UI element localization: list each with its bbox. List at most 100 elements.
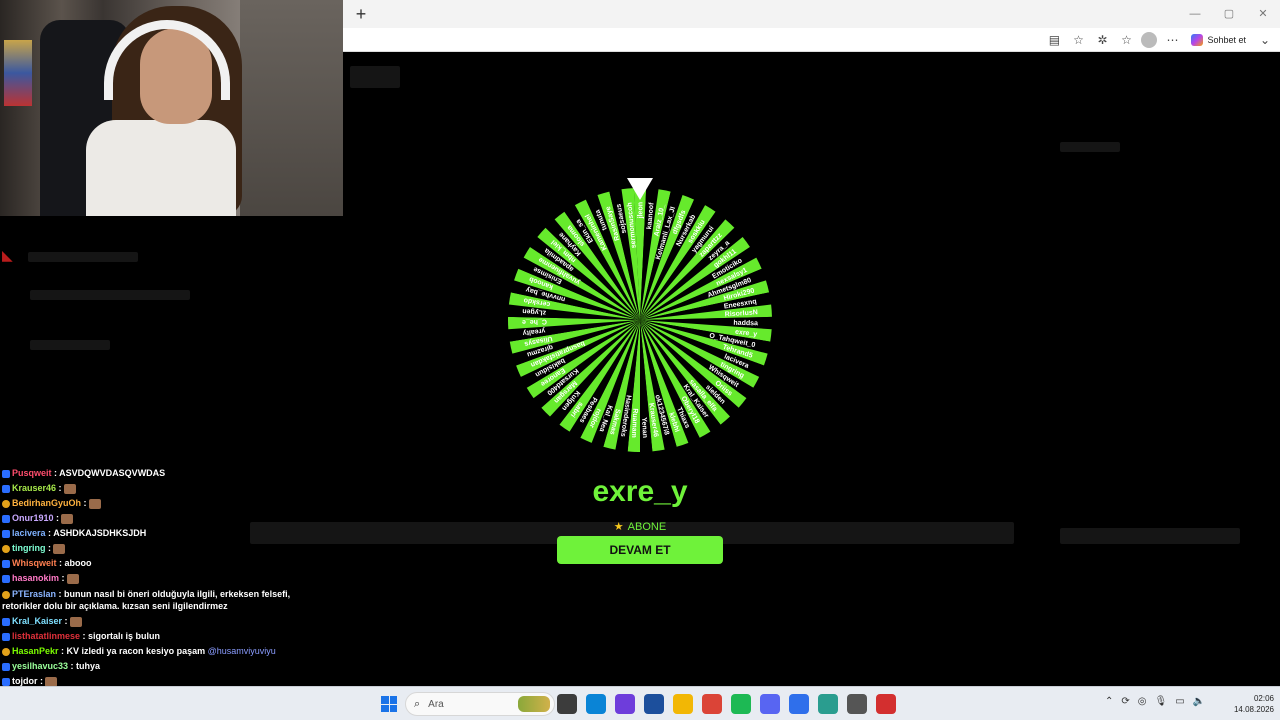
chat-message: Pusqweit : ASVDQWVDASQVWDAS xyxy=(0,466,330,481)
taskbar-app-icon[interactable] xyxy=(615,694,635,714)
chat-username[interactable]: Kral_Kaiser xyxy=(12,616,65,626)
bg-block xyxy=(28,252,138,262)
chat-badge-icon xyxy=(2,499,10,508)
continue-button[interactable]: DEVAM ET xyxy=(557,536,723,564)
site-logo-icon: ◣ xyxy=(2,247,13,263)
taskbar-app-icon[interactable] xyxy=(847,694,867,714)
chat-username[interactable]: Onur1910 xyxy=(12,513,56,523)
chat-badge-icon xyxy=(2,469,10,478)
taskbar-app-icon[interactable] xyxy=(644,694,664,714)
chat-username[interactable]: HasanPekr xyxy=(12,646,61,656)
chat-username[interactable]: BedirhanGyuOh xyxy=(12,498,84,508)
chat-username[interactable]: Krauser46 xyxy=(12,483,59,493)
sync-icon[interactable]: ⟳ xyxy=(1121,696,1129,707)
wheel-pointer-icon xyxy=(627,178,653,200)
taskbar-app-icon[interactable] xyxy=(557,694,577,714)
favorite-star-icon[interactable]: ☆ xyxy=(1069,31,1087,49)
wheel-graphic: jleon kaanoofAraiz_10_Kelmanli_Lax_JIdfgs… xyxy=(508,188,772,452)
more-icon[interactable]: ⋯ xyxy=(1163,31,1181,49)
chat-text: : xyxy=(40,676,43,686)
search-icon: ⌕ xyxy=(414,697,421,710)
chat-username[interactable]: Whisqweit xyxy=(12,558,59,568)
winner-name: exre_y xyxy=(592,475,688,508)
copilot-button[interactable]: Sohbet et xyxy=(1187,34,1250,46)
minimize-button[interactable]: — xyxy=(1178,0,1212,28)
chat-text: : xyxy=(83,498,87,508)
chat-username[interactable]: tojdor xyxy=(12,676,40,686)
chat-badge-icon xyxy=(2,529,10,538)
windows-start-icon[interactable] xyxy=(381,696,397,712)
clock[interactable]: 02:06 14.08.2026 xyxy=(1222,693,1274,715)
subscriber-badge: ★ ABONE xyxy=(560,520,720,533)
emote-icon xyxy=(61,513,74,524)
emote-icon xyxy=(66,573,79,584)
chat-message: HasanPekr : KV izledi ya racon kesiyo pa… xyxy=(0,644,330,659)
bg-block xyxy=(1060,142,1120,152)
taskbar-app-icon[interactable] xyxy=(818,694,838,714)
chat-overlay: Pusqweit : ASVDQWVDASQVWDAS Krauser46 : Be… xyxy=(0,466,330,689)
search-placeholder: Ara xyxy=(428,698,444,710)
chat-badge-icon xyxy=(2,617,10,626)
taskbar-apps xyxy=(557,694,896,714)
network-icon[interactable]: ◎ xyxy=(1138,696,1147,707)
chat-message: Krauser46 : xyxy=(0,481,330,496)
extensions-icon[interactable]: ✲ xyxy=(1093,31,1111,49)
bg-block xyxy=(30,340,110,350)
favorites-icon[interactable]: ☆ xyxy=(1117,31,1135,49)
close-button[interactable]: ✕ xyxy=(1246,0,1280,28)
chat-badge-icon xyxy=(2,484,10,493)
chat-badge-icon xyxy=(2,514,10,523)
chevron-down-icon[interactable]: ⌄ xyxy=(1256,31,1274,49)
screen: ◣ + — ▢ ✕ ▤ ☆ ✲ ☆ ⋯ Sohbet et ⌄ jleon ka… xyxy=(0,0,1280,720)
chat-username[interactable]: hasanokim xyxy=(12,573,62,583)
taskbar-app-icon[interactable] xyxy=(702,694,722,714)
emote-icon xyxy=(69,616,82,627)
chat-message: PTEraslan : bunun nasıl bi öneri olduğuy… xyxy=(0,588,330,612)
browser-toolbar: ▤ ☆ ✲ ☆ ⋯ Sohbet et ⌄ xyxy=(343,28,1280,52)
wheel-entry-label: Ruamam xyxy=(630,408,638,438)
taskbar-app-icon[interactable] xyxy=(731,694,751,714)
emote-icon xyxy=(63,483,76,494)
chat-badge-icon xyxy=(2,590,10,599)
chat-username[interactable]: PTEraslan xyxy=(12,589,59,599)
window-controls: — ▢ ✕ xyxy=(1178,0,1280,28)
chevron-up-icon[interactable]: ⌃ xyxy=(1105,696,1113,707)
chat-badge-icon xyxy=(2,632,10,641)
copilot-icon xyxy=(1191,34,1204,46)
chat-message: hasanokim : xyxy=(0,571,330,586)
wheel-entry-label: jleon xyxy=(638,202,645,219)
star-icon: ★ xyxy=(613,521,624,533)
chat-message: listhatatlinmese : sigortalı iş bulun xyxy=(0,629,330,644)
copilot-label: Sohbet et xyxy=(1207,35,1246,45)
chat-username[interactable]: yesilhavuc33 xyxy=(12,661,71,671)
mic-icon[interactable]: 🎙 xyxy=(1155,696,1168,707)
taskbar-app-icon[interactable] xyxy=(586,694,606,714)
chat-text: : xyxy=(58,483,62,493)
taskbar-app-icon[interactable] xyxy=(876,694,896,714)
chat-mention[interactable]: @husamviyuviyu xyxy=(205,646,276,656)
badge-label: ABONE xyxy=(627,521,667,533)
display-icon[interactable]: ▭ xyxy=(1175,696,1184,707)
taskbar-app-icon[interactable] xyxy=(760,694,780,714)
chat-message: Kral_Kaiser : xyxy=(0,614,330,629)
clock-time: 02:06 xyxy=(1253,694,1274,703)
volume-icon[interactable]: 🔈 xyxy=(1193,696,1205,707)
chat-username[interactable]: Pusqweit xyxy=(12,468,54,478)
taskbar-app-icon[interactable] xyxy=(789,694,809,714)
chat-text: : abooo xyxy=(59,558,92,568)
spin-wheel[interactable]: jleon kaanoof Araiz_10_ Kelmanli_Lax_JI dfgs… xyxy=(505,185,775,455)
chat-username[interactable]: tingring xyxy=(12,543,48,553)
chat-username[interactable]: listhatatlinmese xyxy=(12,631,83,641)
wheel-entry-label: haddsa xyxy=(733,320,758,328)
new-tab-button[interactable]: + xyxy=(351,4,371,24)
search-highlight-image xyxy=(518,696,550,712)
chat-message: tingring : xyxy=(0,541,330,556)
reading-view-icon[interactable]: ▤ xyxy=(1045,31,1063,49)
emote-icon xyxy=(53,543,65,554)
profile-avatar[interactable] xyxy=(1141,32,1158,48)
taskbar-search[interactable]: ⌕ Ara xyxy=(405,692,555,716)
maximize-button[interactable]: ▢ xyxy=(1212,0,1246,28)
taskbar-app-icon[interactable] xyxy=(673,694,693,714)
webcam-feed xyxy=(0,0,343,216)
chat-username[interactable]: lacivera xyxy=(12,528,48,538)
